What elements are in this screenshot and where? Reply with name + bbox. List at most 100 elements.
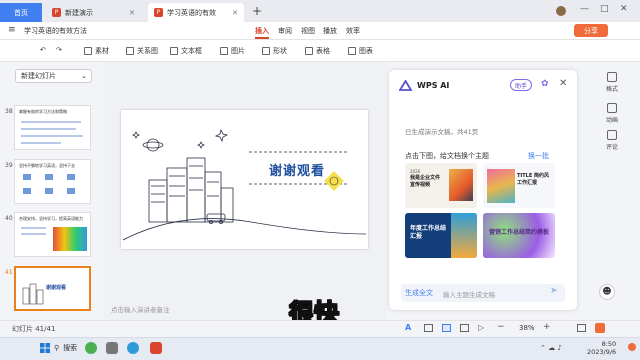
wps-icon[interactable] [150,342,162,354]
clock-date: 2023/9/6 [587,348,617,356]
normal-view-icon[interactable] [424,324,433,332]
menu-tab-review[interactable]: 审阅 [278,26,292,36]
chart-button[interactable]: 图表 [348,46,373,56]
add-tab-icon[interactable]: + [252,4,262,18]
ppt-icon: P [154,8,163,17]
menu-icon[interactable]: ≡ [8,25,16,35]
table-button[interactable]: 表格 [305,46,330,56]
maximize-icon[interactable]: □ [600,4,609,14]
theme-card[interactable]: 营销工作总结简约模板 [483,213,555,258]
share-button[interactable]: 分享 [574,24,608,37]
material-label: 素材 [95,47,109,55]
minimize-icon[interactable]: — [580,4,589,14]
slide-number: 39 [5,162,13,169]
thumb-title: 掌握有效的学习方法和策略 [19,109,67,114]
theme-card[interactable]: TITLE 简约风工作汇报 [483,163,555,208]
theme-card[interactable]: 年度工作总结汇报 [405,213,477,258]
zoom-out-icon[interactable]: − [497,322,505,332]
slide-number: 41 [5,269,13,276]
close-icon[interactable]: ✕ [559,78,567,89]
relation-button[interactable]: 关系图 [126,46,158,56]
search-label: 搜索 [63,344,78,352]
slide-thumbnail-selected[interactable]: 谢谢观看 [14,266,91,311]
tab-new-presentation[interactable]: P 新建演示 ✕ [46,3,141,22]
picture-label: 图片 [231,47,245,55]
zoom-level[interactable]: 38% [519,324,535,332]
menu-tab-insert[interactable]: 插入 [255,26,269,39]
tab-label: 新建演示 [65,8,93,17]
speaker-notes-field[interactable]: 点击输入演讲者备注 [111,304,170,314]
relation-label: 关系图 [137,47,158,55]
city-sketch-icon [22,283,44,305]
wps-ai-status-icon[interactable]: A [405,323,415,333]
notification-icon[interactable] [628,343,636,351]
redo-icon[interactable]: ↷ [56,46,62,54]
slide-thumbnail[interactable]: 坚持不懈地学习英语，坚持下去 [14,159,91,204]
send-icon[interactable]: ➤ [550,286,558,296]
menu-tab-play[interactable]: 播放 [323,26,337,36]
close-icon[interactable]: ✕ [232,9,238,17]
ai-topic-input[interactable]: 输入主题生成文稿 [443,289,495,299]
table-icon [305,47,313,55]
format-button[interactable]: 格式 [598,72,626,93]
tab-home[interactable]: 首页 [0,3,42,22]
refresh-themes-link[interactable]: 换一批 [528,151,549,161]
format-icon [607,72,617,82]
fit-window-icon[interactable] [577,324,586,332]
windows-start-icon[interactable] [40,343,50,353]
menu-tab-view[interactable]: 视图 [301,26,315,36]
ai-bot-icon[interactable]: ✿ [541,79,549,89]
avatar[interactable] [556,6,566,16]
slide-sorter-icon[interactable] [442,324,451,332]
slide-number: 38 [5,108,13,115]
thumb-title: 合理安排，坚持学习，提高英语能力 [19,216,83,221]
slide-number: 40 [5,215,13,222]
ai-panel-title: WPS AI [417,81,450,90]
new-slide-button[interactable]: 新建幻灯片 ⌄ [15,69,92,83]
ai-assistant-badge[interactable]: 助手 [510,79,532,91]
zoom-in-icon[interactable]: + [543,322,551,332]
card-title: 年度工作总结汇报 [410,225,447,240]
wps-logo-icon [595,323,605,333]
clock[interactable]: 8:50 2023/9/6 [587,340,616,356]
reading-view-icon[interactable] [460,324,469,332]
close-icon[interactable]: ✕ [129,9,135,17]
generate-full-text-chip[interactable]: 生成全文 [405,288,433,298]
animation-button[interactable]: 动画 [598,103,626,124]
chart-label: 图表 [359,47,373,55]
ppt-icon: P [52,8,61,17]
slide-title: 谢谢观看 [269,164,326,179]
task-view-icon[interactable] [106,342,118,354]
current-slide[interactable]: 谢谢观看 [121,110,368,249]
tab-current-doc[interactable]: P 学习英语的有效 ✕ [148,3,244,22]
edge-icon[interactable] [127,342,139,354]
slide-thumbnail[interactable]: 合理安排，坚持学习，提高英语能力 [14,212,91,257]
undo-icon[interactable]: ↶ [40,46,46,54]
comment-button[interactable]: 评论 [598,130,626,151]
theme-card[interactable]: 2026 我是企业文件宣传视频 [405,163,477,208]
shape-button[interactable]: 形状 [262,46,287,56]
shape-icon [262,47,270,55]
clock-time: 8:50 [601,340,617,348]
menu-tab-efficiency[interactable]: 效率 [346,26,360,36]
slide-thumbnail[interactable]: 掌握有效的学习方法和策略 [14,105,91,150]
menu-bar: ≡ 学习英语的有效方法 [0,22,640,40]
assistant-avatar-icon[interactable]: ☻ [599,284,615,300]
card-label: 2026 [410,169,421,174]
shape-label: 形状 [273,47,287,55]
animation-icon [607,103,617,113]
comment-label: 评论 [605,144,618,151]
textbox-label: 文本框 [181,47,202,55]
material-button[interactable]: 素材 [84,46,109,56]
toolbar: ↶ ↷ 素材 关系图 文本框 图片 形状 表格 图表 [0,40,640,62]
card-title: 我是企业文件宣传视频 [410,175,441,188]
play-icon[interactable]: ▷ [478,323,484,332]
card-title: 营销工作总结简约模板 [489,229,550,236]
app-icon[interactable] [85,342,97,354]
textbox-button[interactable]: 文本框 [170,46,202,56]
system-tray-icons[interactable]: ⌃ ☁ ♪ [540,344,562,352]
picture-button[interactable]: 图片 [220,46,245,56]
comment-icon [607,130,617,140]
thumb-title: 坚持不懈地学习英语，坚持下去 [19,163,75,168]
close-window-icon[interactable]: ✕ [620,4,628,14]
